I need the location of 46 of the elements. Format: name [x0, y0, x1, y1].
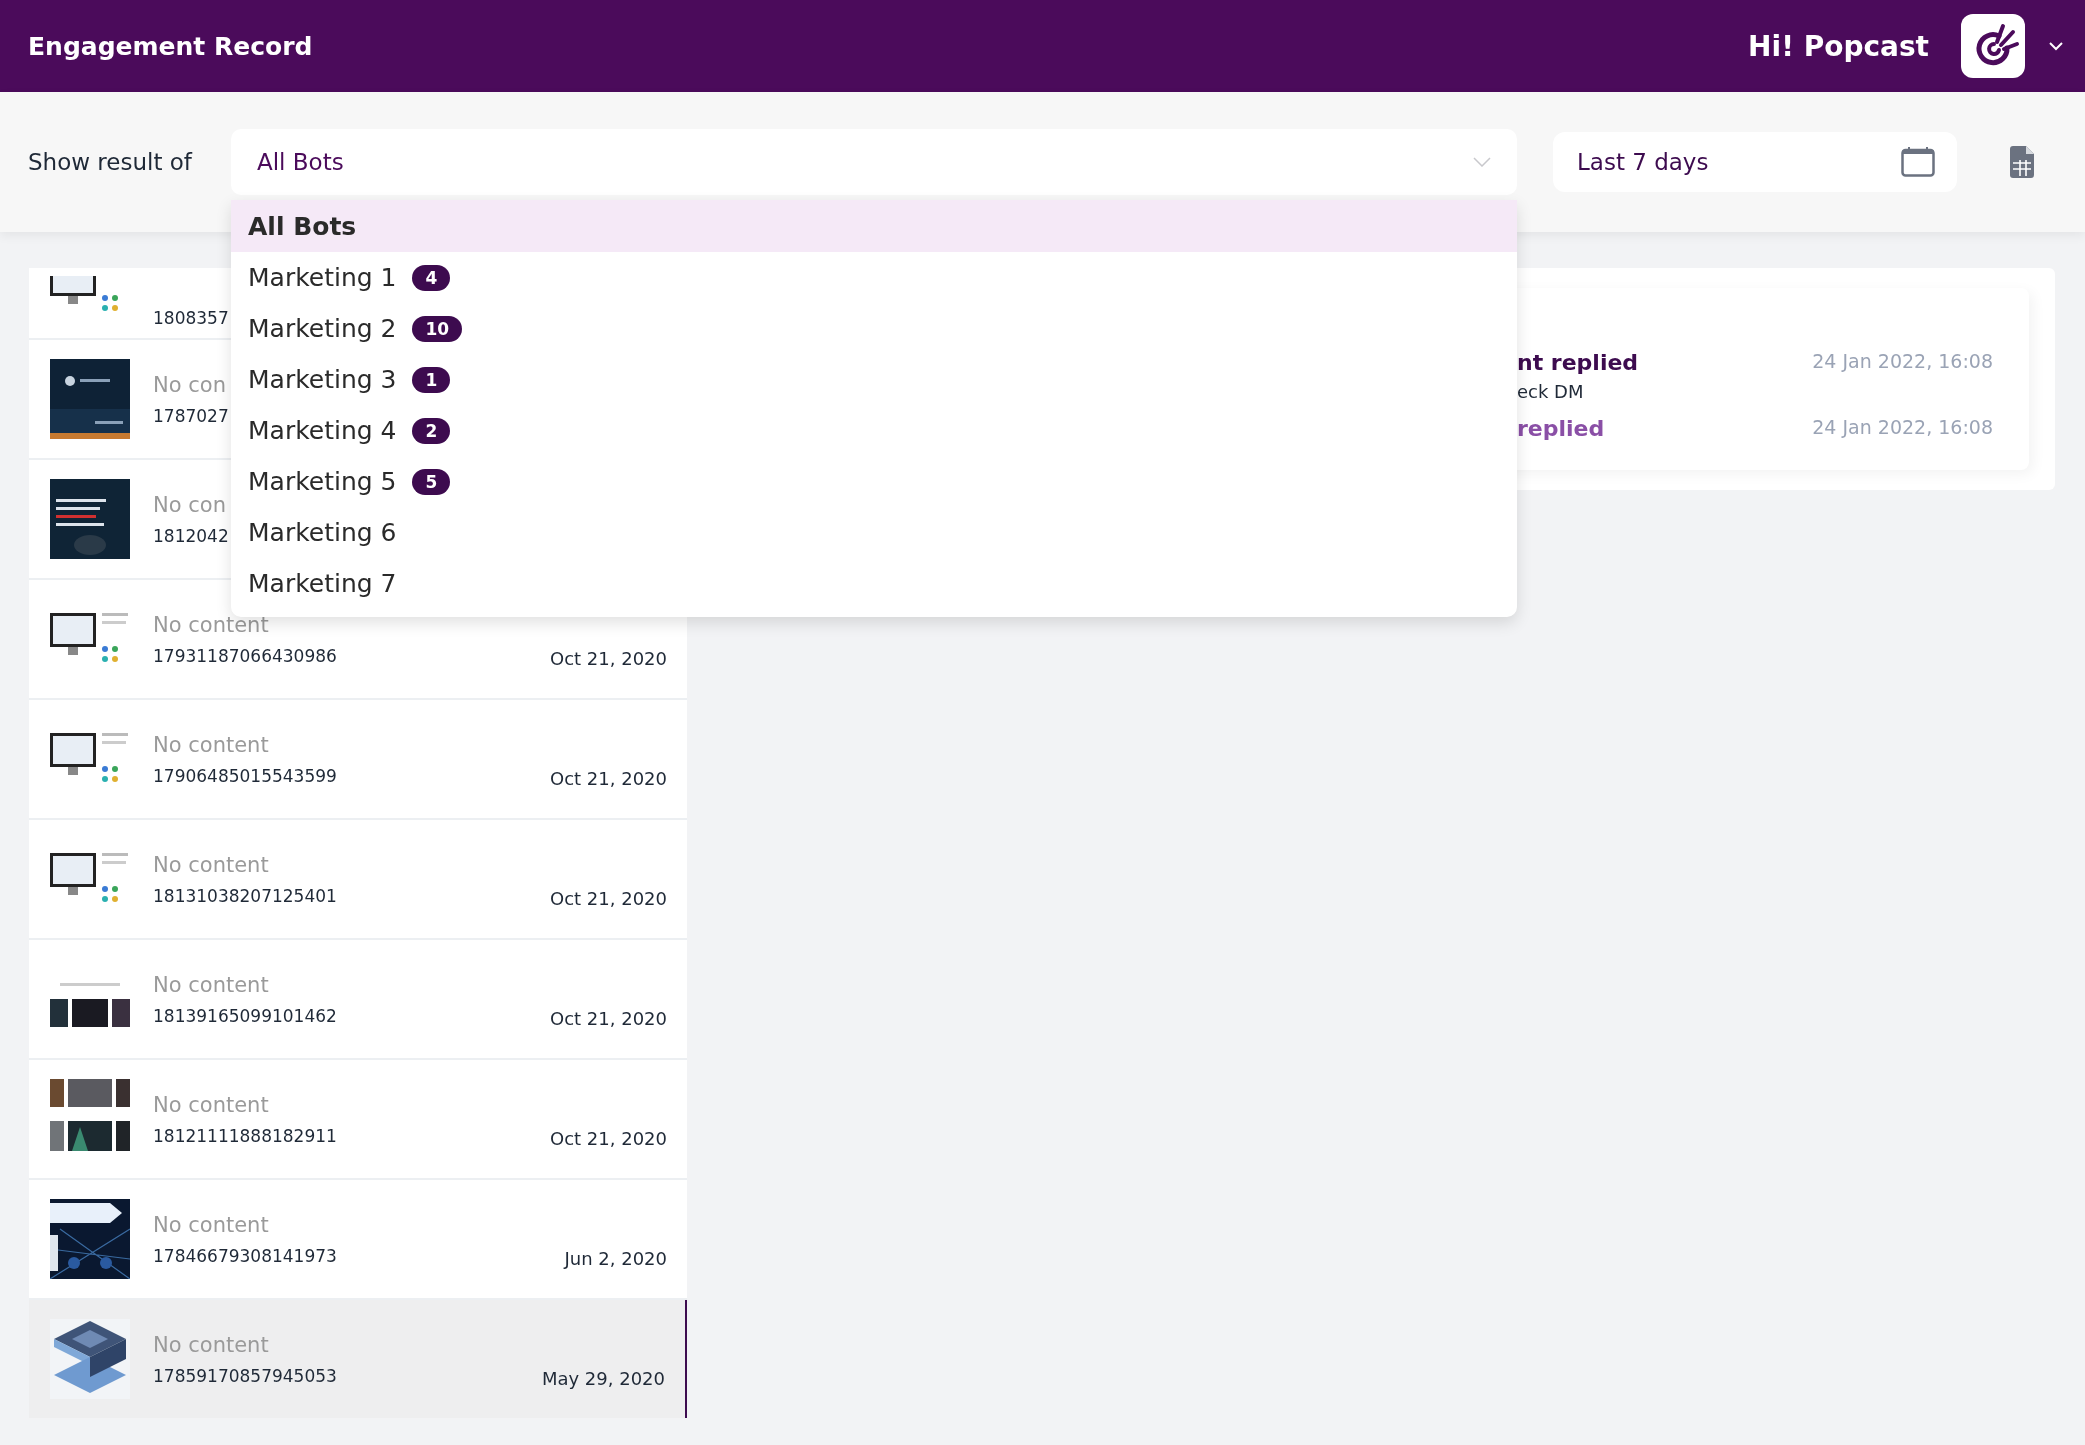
count-badge: 5 [412, 468, 451, 495]
option-label: All Bots [248, 211, 357, 241]
post-id: 18121111888182911 [153, 1125, 337, 1146]
activity-subtitle: eck DM [1517, 381, 1584, 402]
post-title: No content [153, 852, 269, 877]
activity-time: 24 Jan 2022, 16:08 [1812, 416, 1993, 438]
option-label: Marketing 5 [248, 467, 397, 496]
post-title: No con [153, 492, 226, 517]
activity-time: 24 Jan 2022, 16:08 [1812, 350, 1993, 372]
post-id: 1812042 [153, 525, 229, 546]
post-id: 17846679308141973 [153, 1245, 337, 1266]
post-id: 17931187066430986 [153, 645, 337, 666]
post-title: No content [153, 972, 269, 997]
post-date: Oct 21, 2020 [550, 1008, 667, 1029]
post-title: No content [153, 612, 269, 637]
option-label: Marketing 2 [248, 314, 397, 343]
post-date: Oct 21, 2020 [550, 768, 667, 789]
post-title: No content [153, 1212, 269, 1237]
post-title: No con [153, 372, 226, 397]
post-date: Oct 21, 2020 [550, 1128, 667, 1149]
post-date: May 29, 2020 [541, 1368, 665, 1389]
option-label: Marketing 3 [248, 365, 397, 394]
post-date: Jun 2, 2020 [564, 1248, 667, 1269]
post-title: No content [153, 732, 269, 757]
activity-title: nt replied [1517, 350, 1639, 375]
activity-title: replied [1517, 416, 1605, 441]
post-id: 18139165099101462 [153, 1005, 337, 1026]
count-badge: 4 [412, 264, 451, 291]
count-badge: 10 [412, 315, 463, 342]
post-date: Oct 21, 2020 [550, 648, 667, 669]
post-title: No content [153, 1332, 269, 1357]
post-id: 18131038207125401 [153, 885, 337, 906]
filter-label: Show result of [28, 149, 194, 175]
page-title: Engagement Record [28, 31, 313, 61]
post-id: 1808357 [153, 308, 229, 328]
count-badge: 1 [412, 366, 451, 393]
option-label: Marketing 6 [248, 518, 397, 547]
option-label: Marketing 1 [248, 263, 397, 292]
post-date: Oct 21, 2020 [550, 888, 667, 909]
post-title: No content [153, 1092, 269, 1117]
count-badge: 2 [412, 417, 451, 444]
user-greeting: Hi! Popcast [1748, 29, 1929, 63]
post-id: 17859170857945053 [153, 1365, 337, 1386]
option-label: Marketing 4 [248, 416, 397, 445]
post-id: 17906485015543599 [153, 765, 337, 786]
post-id: 1787027 [153, 405, 229, 426]
